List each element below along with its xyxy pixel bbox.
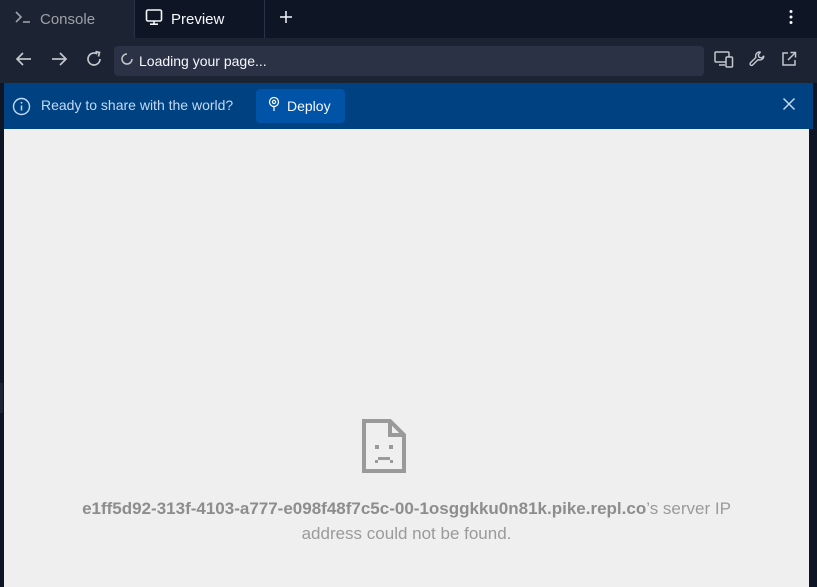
loading-spinner-icon: [120, 52, 134, 71]
sad-page-icon: [361, 418, 407, 474]
tab-preview[interactable]: Preview: [134, 0, 265, 38]
error-line-1: e1ff5d92-313f-4103-a777-e098f48f7c5c-00-…: [4, 496, 809, 521]
arrow-right-icon: [50, 50, 68, 73]
open-in-new-tab-button[interactable]: [776, 48, 802, 74]
reload-icon: [84, 49, 104, 74]
info-icon: [12, 97, 31, 121]
repl-preview-pane: Console Preview Loading your page... Rea…: [0, 0, 817, 587]
new-tab-button[interactable]: [266, 0, 306, 38]
tab-preview-label: Preview: [171, 10, 225, 28]
error-line-2: address could not be found.: [301, 524, 512, 543]
browser-toolbar: Loading your page...: [0, 39, 817, 83]
monitor-icon: [145, 8, 163, 31]
external-link-icon: [780, 50, 798, 73]
wrench-icon: [748, 50, 766, 73]
close-icon: [782, 97, 796, 116]
address-bar[interactable]: Loading your page...: [114, 46, 704, 76]
pane-resize-handle[interactable]: [0, 383, 3, 413]
error-line-1-suffix: ’s server IP: [646, 499, 731, 518]
deploy-banner: Ready to share with the world? Deploy: [4, 83, 813, 129]
forward-button[interactable]: [46, 48, 72, 74]
banner-message: Ready to share with the world?: [41, 97, 234, 113]
error-message: e1ff5d92-313f-4103-a777-e098f48f7c5c-00-…: [4, 496, 809, 546]
terminal-icon: [14, 9, 32, 30]
more-options-button[interactable]: [779, 0, 803, 38]
reload-button[interactable]: [81, 48, 107, 74]
devices-icon: [714, 50, 734, 73]
deploy-icon: [267, 96, 281, 117]
error-host: e1ff5d92-313f-4103-a777-e098f48f7c5c-00-…: [82, 499, 647, 518]
tab-console-label: Console: [40, 10, 96, 28]
back-button[interactable]: [11, 48, 37, 74]
tab-console[interactable]: Console: [0, 0, 134, 38]
tab-bar: Console Preview: [0, 0, 817, 39]
vertical-dots-icon: [789, 9, 793, 30]
deploy-button-label: Deploy: [287, 98, 331, 114]
devtools-button[interactable]: [744, 48, 770, 74]
deploy-button[interactable]: Deploy: [256, 89, 345, 123]
device-preview-button[interactable]: [711, 48, 737, 74]
close-banner-button[interactable]: [779, 96, 799, 116]
arrow-left-icon: [15, 50, 33, 73]
preview-viewport: e1ff5d92-313f-4103-a777-e098f48f7c5c-00-…: [4, 129, 809, 587]
address-text: Loading your page...: [139, 53, 267, 69]
plus-icon: [279, 10, 293, 29]
